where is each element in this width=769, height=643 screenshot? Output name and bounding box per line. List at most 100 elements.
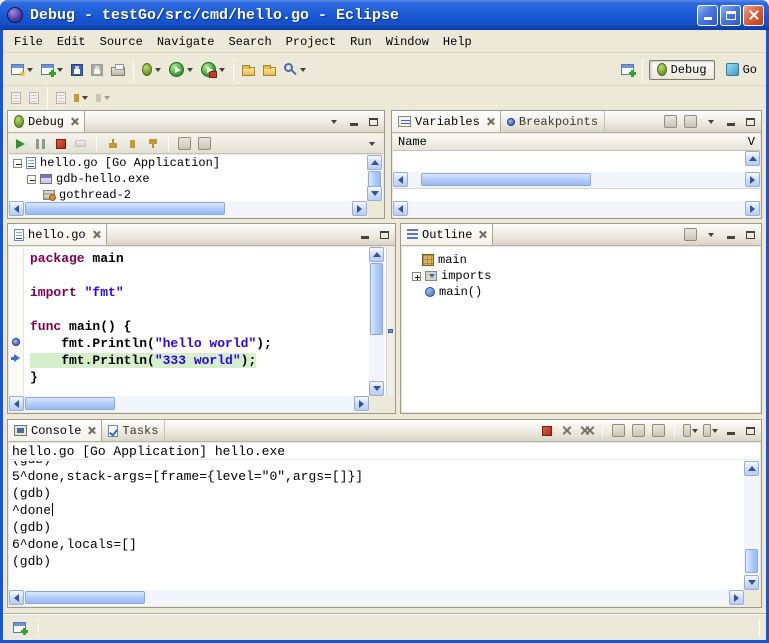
clear-console-button[interactable]: [610, 423, 627, 439]
back-button[interactable]: [70, 86, 92, 110]
dropdown-arrow-icon[interactable]: [155, 68, 161, 72]
debug-launch-button[interactable]: [138, 58, 165, 82]
display-selected-console-button[interactable]: [682, 423, 699, 439]
tab-console[interactable]: Console: [8, 420, 102, 441]
use-step-filters-button[interactable]: [196, 136, 213, 152]
code-line[interactable]: import "fmt": [30, 285, 369, 302]
instruction-pointer-icon[interactable]: [11, 354, 20, 362]
code-line[interactable]: func main() {: [30, 319, 369, 336]
minimize-view-button[interactable]: [722, 423, 739, 439]
scroll-right-button[interactable]: [745, 201, 760, 216]
horizontal-scrollbar[interactable]: [393, 172, 760, 188]
scroll-right-button[interactable]: [729, 590, 744, 605]
scroll-right-button[interactable]: [745, 172, 760, 187]
vertical-scrollbar-thumb[interactable]: [745, 549, 758, 573]
previous-annotation-button[interactable]: [25, 86, 43, 110]
perspective-debug-button[interactable]: Debug: [649, 60, 715, 80]
close-tab-icon[interactable]: [71, 118, 78, 125]
tab-debug[interactable]: Debug: [8, 111, 85, 132]
collapse-all-button[interactable]: [682, 114, 699, 130]
view-menu-button[interactable]: [702, 227, 719, 243]
code-line-current[interactable]: fmt.Println("333 world");: [30, 353, 369, 370]
step-into-button[interactable]: [104, 136, 121, 152]
scroll-lock-button[interactable]: [630, 423, 647, 439]
dropdown-arrow-icon[interactable]: [712, 429, 718, 433]
horizontal-scrollbar[interactable]: [9, 590, 744, 606]
open-perspective-button[interactable]: [617, 58, 638, 82]
editor-ruler[interactable]: [9, 247, 24, 396]
menu-edit[interactable]: Edit: [50, 33, 93, 51]
overview-ruler[interactable]: [386, 247, 394, 396]
close-tab-icon[interactable]: [487, 118, 494, 125]
variables-tree-area[interactable]: [393, 151, 760, 172]
terminate-button[interactable]: [52, 136, 69, 152]
minimize-view-button[interactable]: [345, 114, 362, 130]
maximize-button[interactable]: [720, 5, 741, 26]
dropdown-arrow-icon[interactable]: [300, 68, 306, 72]
disconnect-button[interactable]: [72, 136, 89, 152]
scroll-down-button[interactable]: [367, 186, 382, 201]
perspective-go-button[interactable]: Go: [719, 61, 764, 79]
menu-window[interactable]: Window: [379, 33, 436, 51]
minimize-view-button[interactable]: [722, 227, 739, 243]
maximize-view-button[interactable]: [365, 114, 382, 130]
variables-detail-pane[interactable]: [393, 188, 760, 201]
scroll-up-button[interactable]: [744, 461, 759, 476]
horizontal-scrollbar-thumb[interactable]: [25, 397, 115, 410]
maximize-view-button[interactable]: [742, 114, 759, 130]
debug-tree-row-launch[interactable]: hello.go [Go Application]: [9, 155, 367, 171]
next-annotation-button[interactable]: [7, 86, 25, 110]
horizontal-scrollbar[interactable]: [9, 201, 367, 217]
menu-search[interactable]: Search: [221, 33, 278, 51]
maximize-view-button[interactable]: [742, 423, 759, 439]
tab-breakpoints[interactable]: Breakpoints: [501, 111, 605, 132]
vertical-scrollbar-thumb[interactable]: [370, 263, 383, 335]
show-logical-structures-button[interactable]: [662, 114, 679, 130]
tab-hello-go[interactable]: hello.go: [8, 224, 107, 245]
scroll-left-button[interactable]: [393, 172, 408, 187]
scroll-up-button[interactable]: [369, 247, 384, 262]
remove-all-terminated-button[interactable]: [578, 423, 595, 439]
external-tools-button[interactable]: [197, 58, 229, 82]
code-line[interactable]: package main: [30, 251, 369, 268]
dropdown-arrow-icon[interactable]: [104, 96, 110, 100]
console-output[interactable]: (gdb) 5^done,stack-args=[frame={level="0…: [9, 461, 744, 590]
menu-source[interactable]: Source: [93, 33, 150, 51]
dropdown-arrow-icon[interactable]: [219, 68, 225, 72]
scroll-left-button[interactable]: [9, 201, 24, 216]
drop-to-frame-button[interactable]: [176, 136, 193, 152]
horizontal-scrollbar-thumb[interactable]: [25, 591, 145, 604]
scroll-left-button[interactable]: [9, 590, 24, 605]
dropdown-arrow-icon[interactable]: [187, 68, 193, 72]
save-all-button[interactable]: [87, 58, 107, 82]
column-header-name[interactable]: Name: [398, 135, 427, 149]
open-resource-button[interactable]: [259, 58, 280, 82]
close-tab-icon[interactable]: [88, 427, 95, 434]
collapse-expander-icon[interactable]: [13, 159, 22, 168]
breakpoint-icon[interactable]: [12, 338, 20, 346]
code-line[interactable]: [30, 302, 369, 319]
terminate-button[interactable]: [538, 423, 555, 439]
search-button[interactable]: [280, 58, 310, 82]
suspend-button[interactable]: [32, 136, 49, 152]
scroll-down-button[interactable]: [744, 575, 759, 590]
scroll-up-button[interactable]: [745, 151, 760, 166]
last-edit-location-button[interactable]: [52, 86, 70, 110]
vertical-scrollbar[interactable]: [744, 461, 760, 590]
scroll-right-button[interactable]: [352, 201, 367, 216]
collapse-expander-icon[interactable]: [27, 175, 36, 184]
dropdown-arrow-icon[interactable]: [27, 68, 33, 72]
close-tab-icon[interactable]: [93, 231, 100, 238]
debug-tree-row-thread[interactable]: gothread-2: [9, 187, 367, 201]
run-launch-button[interactable]: [165, 58, 197, 82]
dropdown-arrow-icon[interactable]: [57, 68, 63, 72]
new-wizard-button[interactable]: [7, 58, 37, 82]
scroll-left-button[interactable]: [9, 396, 24, 411]
menu-run[interactable]: Run: [343, 33, 379, 51]
scroll-left-button[interactable]: [393, 201, 408, 216]
resume-button[interactable]: [12, 136, 29, 152]
outline-item-main-func[interactable]: main(): [408, 284, 760, 300]
view-menu-button[interactable]: [325, 114, 342, 130]
forward-button[interactable]: [92, 86, 114, 110]
code-line[interactable]: [30, 268, 369, 285]
